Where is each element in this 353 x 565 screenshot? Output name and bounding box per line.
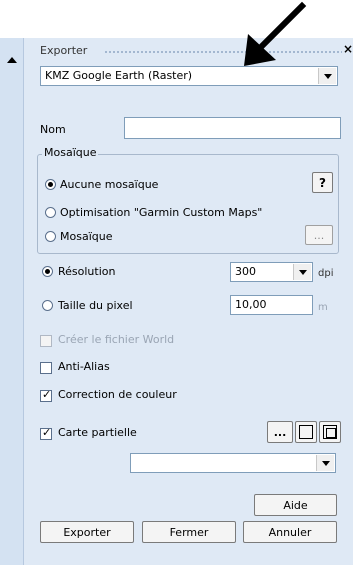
resolution-unit: dpi <box>318 268 334 279</box>
radio-no-mosaic-label: Aucune mosaïque <box>60 178 159 191</box>
partial-map-checkbox[interactable]: ✓ <box>40 426 52 440</box>
name-label: Nom <box>40 123 66 136</box>
mosaic-browse-button[interactable]: ... <box>305 225 333 245</box>
checkmark-icon: ✓ <box>42 426 52 439</box>
radio-selected-dot <box>48 182 53 187</box>
chevron-down-icon <box>323 73 332 79</box>
radio-garmin-optimization[interactable] <box>45 207 56 218</box>
radio-selected-dot <box>45 269 50 274</box>
name-input[interactable] <box>124 117 341 139</box>
format-dropdown-button[interactable] <box>318 68 336 84</box>
scroll-up-icon[interactable] <box>7 57 17 63</box>
partial-map-dropdown-button[interactable] <box>316 455 334 471</box>
cancel-button[interactable]: Annuler <box>243 521 337 543</box>
close-button[interactable]: Fermer <box>142 521 236 543</box>
checkmark-icon: ✓ <box>42 388 52 401</box>
partial-map-browse-button[interactable]: ... <box>267 421 293 443</box>
resolution-dropdown-button[interactable] <box>293 264 311 280</box>
square-icon <box>299 425 313 439</box>
color-correction-checkbox[interactable]: ✓ <box>40 388 52 402</box>
partial-map-select[interactable] <box>130 453 336 473</box>
export-button[interactable]: Exporter <box>40 521 134 543</box>
radio-no-mosaic[interactable] <box>45 179 56 190</box>
world-file-label: Créer le fichier World <box>58 333 175 346</box>
anti-alias-label: Anti-Alias <box>58 360 110 373</box>
radio-resolution[interactable] <box>42 266 53 277</box>
help-question-button[interactable]: ? <box>312 172 333 193</box>
double-square-icon <box>323 425 337 439</box>
help-button[interactable]: Aide <box>254 494 337 516</box>
resolution-label: Résolution <box>58 265 116 278</box>
pixel-size-input[interactable]: 10,00 <box>230 295 313 315</box>
anti-alias-checkbox[interactable] <box>40 362 52 374</box>
frame-square-button[interactable] <box>295 421 317 443</box>
partial-map-label: Carte partielle <box>58 426 137 439</box>
frame-double-square-button[interactable] <box>319 421 341 443</box>
chevron-down-icon <box>298 269 307 275</box>
pixel-size-unit: m <box>318 302 328 313</box>
resolution-value: 300 <box>235 265 256 278</box>
resolution-select[interactable]: 300 <box>230 262 313 282</box>
annotation-arrow-icon <box>244 1 307 66</box>
pixel-size-label: Taille du pixel <box>58 299 133 312</box>
pixel-size-value: 10,00 <box>235 298 267 311</box>
radio-pixel-size[interactable] <box>42 300 53 311</box>
radio-garmin-optimization-label: Optimisation "Garmin Custom Maps" <box>60 206 263 219</box>
left-dock-strip <box>0 38 23 565</box>
panel-title: Exporter <box>40 44 88 57</box>
world-file-checkbox[interactable] <box>40 335 52 347</box>
color-correction-label: Correction de couleur <box>58 388 177 401</box>
radio-mosaic-label: Mosaïque <box>60 230 113 243</box>
mosaic-group-legend: Mosaïque <box>42 146 99 159</box>
format-select-value: KMZ Google Earth (Raster) <box>45 69 193 82</box>
left-strip-top <box>0 0 23 38</box>
chevron-down-icon <box>321 460 330 466</box>
close-icon[interactable]: × <box>343 42 353 56</box>
radio-mosaic[interactable] <box>45 231 56 242</box>
